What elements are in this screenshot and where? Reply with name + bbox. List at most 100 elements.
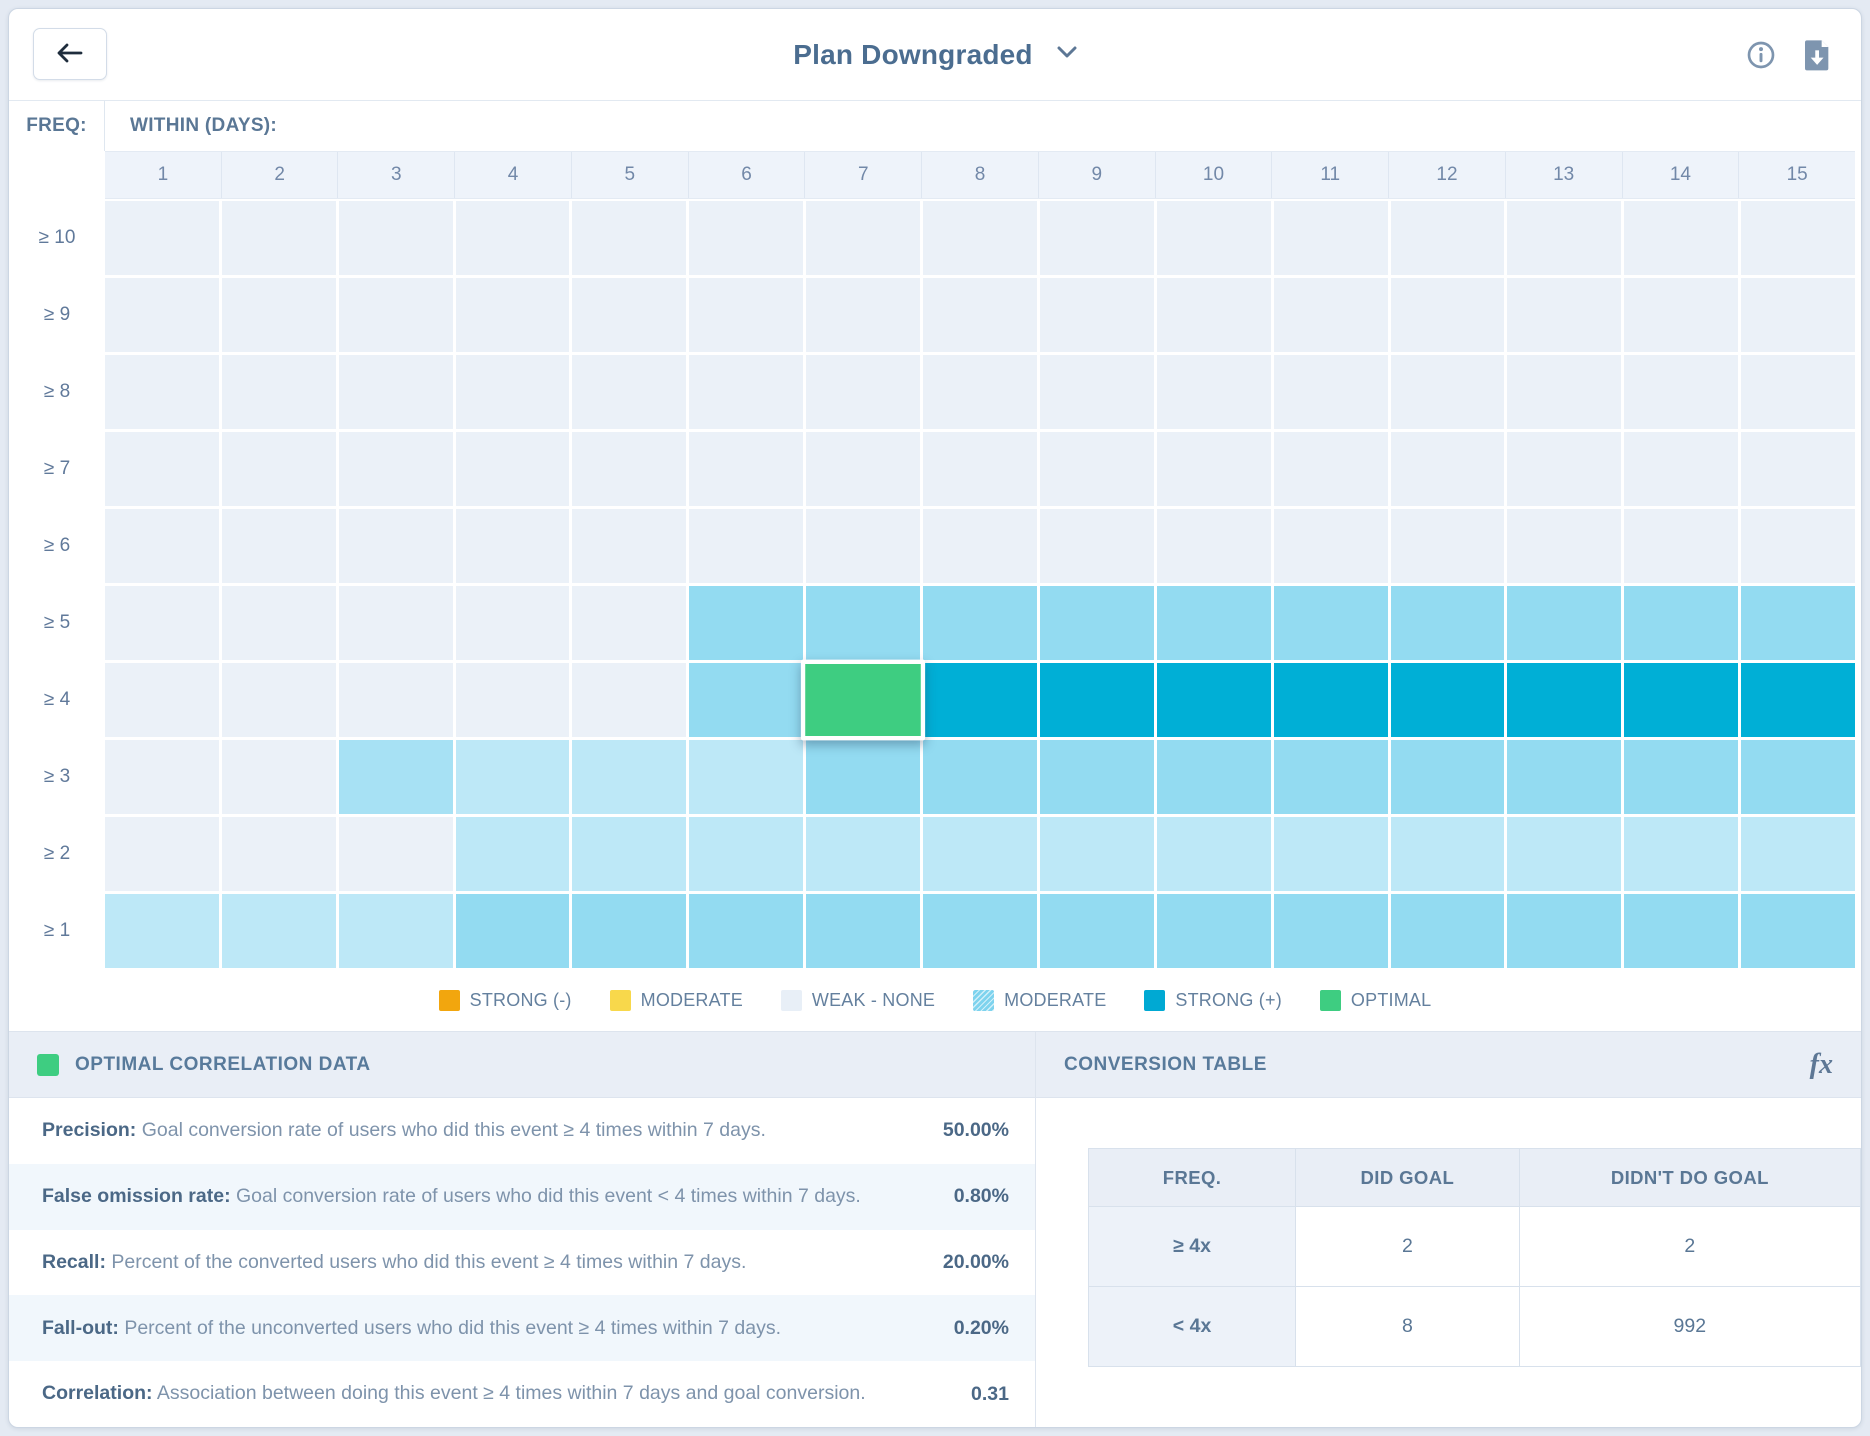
heatmap-cell[interactable] [1507, 201, 1621, 275]
heatmap-cell[interactable] [689, 817, 803, 891]
heatmap-cell[interactable] [1624, 278, 1738, 352]
heatmap-cell[interactable] [1274, 278, 1388, 352]
heatmap-cell[interactable] [456, 509, 570, 583]
heatmap-cell[interactable] [923, 355, 1037, 429]
heatmap-cell[interactable] [456, 817, 570, 891]
heatmap-cell[interactable] [689, 740, 803, 814]
heatmap-cell[interactable] [105, 894, 219, 968]
heatmap-cell[interactable] [222, 278, 336, 352]
heatmap-cell[interactable] [806, 894, 920, 968]
heatmap-cell[interactable] [1157, 355, 1271, 429]
heatmap-cell[interactable] [1507, 355, 1621, 429]
heatmap-cell[interactable] [923, 201, 1037, 275]
heatmap-cell[interactable] [222, 663, 336, 737]
heatmap-cell[interactable] [105, 509, 219, 583]
heatmap-cell[interactable] [105, 355, 219, 429]
heatmap-cell[interactable] [1157, 509, 1271, 583]
heatmap-cell[interactable] [1624, 355, 1738, 429]
heatmap-cell[interactable] [1624, 663, 1738, 737]
heatmap-cell[interactable] [105, 740, 219, 814]
heatmap-cell[interactable] [1040, 355, 1154, 429]
heatmap-cell[interactable] [572, 432, 686, 506]
heatmap-cell[interactable] [1741, 201, 1855, 275]
heatmap-cell[interactable] [1624, 740, 1738, 814]
heatmap-cell[interactable] [1274, 740, 1388, 814]
heatmap-cell[interactable] [105, 201, 219, 275]
heatmap-cell[interactable] [689, 586, 803, 660]
heatmap-cell[interactable] [689, 432, 803, 506]
heatmap-cell[interactable] [806, 740, 920, 814]
heatmap-cell[interactable] [1040, 817, 1154, 891]
heatmap-cell[interactable] [806, 817, 920, 891]
heatmap-cell[interactable] [1624, 201, 1738, 275]
heatmap-cell[interactable] [456, 894, 570, 968]
heatmap-cell[interactable] [339, 432, 453, 506]
heatmap-cell[interactable] [222, 509, 336, 583]
heatmap-cell[interactable] [572, 201, 686, 275]
heatmap-cell[interactable] [1741, 817, 1855, 891]
heatmap-cell[interactable] [339, 201, 453, 275]
heatmap-cell[interactable] [923, 663, 1037, 737]
heatmap-cell[interactable] [1507, 817, 1621, 891]
heatmap-cell[interactable] [689, 509, 803, 583]
heatmap-cell[interactable] [1507, 894, 1621, 968]
heatmap-cell[interactable] [1391, 740, 1505, 814]
heatmap-cell[interactable] [1624, 817, 1738, 891]
heatmap-cell-optimal[interactable] [801, 660, 925, 741]
heatmap-cell[interactable] [572, 740, 686, 814]
heatmap-cell[interactable] [572, 663, 686, 737]
heatmap-cell[interactable] [1157, 817, 1271, 891]
heatmap-cell[interactable] [456, 663, 570, 737]
heatmap-cell[interactable] [1040, 509, 1154, 583]
heatmap-cell[interactable] [105, 586, 219, 660]
heatmap-cell[interactable] [1741, 586, 1855, 660]
heatmap-cell[interactable] [339, 817, 453, 891]
heatmap-cell[interactable] [1741, 278, 1855, 352]
heatmap-cell[interactable] [1507, 740, 1621, 814]
heatmap-cell[interactable] [1157, 586, 1271, 660]
heatmap-cell[interactable] [456, 278, 570, 352]
heatmap-cell[interactable] [923, 509, 1037, 583]
heatmap-cell[interactable] [806, 509, 920, 583]
heatmap-cell[interactable] [105, 663, 219, 737]
heatmap-cell[interactable] [222, 432, 336, 506]
heatmap-cell[interactable] [1391, 586, 1505, 660]
heatmap-cell[interactable] [572, 278, 686, 352]
heatmap-cell[interactable] [1040, 586, 1154, 660]
heatmap-cell[interactable] [456, 201, 570, 275]
heatmap-cell[interactable] [1624, 432, 1738, 506]
heatmap-cell[interactable] [923, 817, 1037, 891]
formula-icon[interactable]: fx [1810, 1051, 1833, 1079]
heatmap-cell[interactable] [1040, 432, 1154, 506]
heatmap-cell[interactable] [1040, 740, 1154, 814]
heatmap-cell[interactable] [689, 663, 803, 737]
heatmap-cell[interactable] [1391, 355, 1505, 429]
heatmap-cell[interactable] [1507, 663, 1621, 737]
heatmap-cell[interactable] [1040, 201, 1154, 275]
heatmap-cell[interactable] [689, 355, 803, 429]
heatmap-cell[interactable] [923, 278, 1037, 352]
back-button[interactable] [33, 28, 107, 80]
heatmap-cell[interactable] [1391, 663, 1505, 737]
heatmap-cell[interactable] [572, 509, 686, 583]
heatmap-cell[interactable] [806, 278, 920, 352]
heatmap-cell[interactable] [1391, 894, 1505, 968]
heatmap-cell[interactable] [806, 586, 920, 660]
heatmap-cell[interactable] [1157, 740, 1271, 814]
heatmap-cell[interactable] [1157, 278, 1271, 352]
heatmap-cell[interactable] [572, 817, 686, 891]
heatmap-cell[interactable] [1507, 432, 1621, 506]
event-selector-dropdown[interactable]: Plan Downgraded [793, 39, 1076, 71]
heatmap-cell[interactable] [1040, 278, 1154, 352]
heatmap-cell[interactable] [1741, 663, 1855, 737]
heatmap-cell[interactable] [689, 278, 803, 352]
heatmap-cell[interactable] [572, 586, 686, 660]
heatmap-cell[interactable] [339, 586, 453, 660]
heatmap-cell[interactable] [105, 432, 219, 506]
heatmap-cell[interactable] [1391, 817, 1505, 891]
heatmap-cell[interactable] [923, 894, 1037, 968]
heatmap-cell[interactable] [1274, 509, 1388, 583]
heatmap-cell[interactable] [339, 278, 453, 352]
heatmap-cell[interactable] [1157, 201, 1271, 275]
heatmap-cell[interactable] [923, 586, 1037, 660]
